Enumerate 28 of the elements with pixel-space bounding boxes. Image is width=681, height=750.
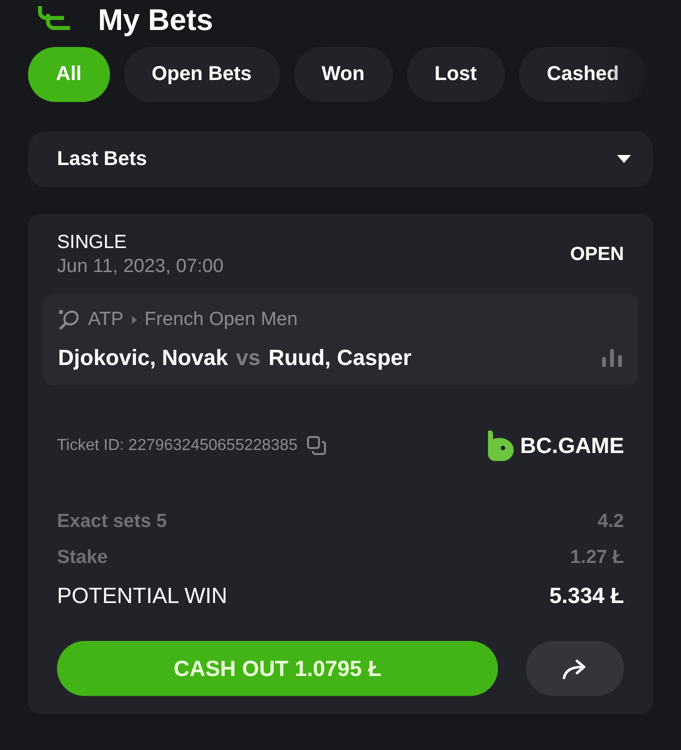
page-title: My Bets xyxy=(98,3,214,39)
period-dropdown[interactable]: Last Bets xyxy=(28,131,653,187)
bet-date: Jun 11, 2023, 07:00 xyxy=(57,256,224,278)
ticket-id: Ticket ID: 2279632450655228385 xyxy=(57,437,298,455)
logo-icon xyxy=(486,429,514,463)
brand-name: BC.GAME xyxy=(520,433,624,459)
bet-type: SINGLE xyxy=(57,232,128,254)
filter-tab[interactable]: Lost xyxy=(406,47,505,102)
filter-tab[interactable]: Won xyxy=(294,47,393,102)
league-name: ATP xyxy=(88,309,124,331)
bet-row-value: 1.27 Ł xyxy=(570,547,624,569)
stats-icon[interactable] xyxy=(602,349,622,367)
player-name: Ruud, Casper xyxy=(268,345,412,370)
player-name: Djokovic, Novak xyxy=(58,345,228,370)
bet-row-label: Exact sets 5 xyxy=(57,511,167,533)
bet-row-label: POTENTIAL WIN xyxy=(57,583,228,609)
share-icon xyxy=(562,658,588,678)
tournament-name: French Open Men xyxy=(144,309,298,331)
bet-status: OPEN xyxy=(570,244,624,266)
chevron-icon xyxy=(132,316,137,324)
bet-row-label: Stake xyxy=(57,547,108,569)
bet-row-value: 5.334 Ł xyxy=(549,583,624,609)
filter-tab[interactable]: Open Bets xyxy=(124,47,280,102)
versus-label: vs xyxy=(236,345,260,370)
bet-row-value: 4.2 xyxy=(598,511,624,533)
filter-tab[interactable]: Cashed xyxy=(518,47,648,102)
copy-icon[interactable] xyxy=(307,436,328,456)
caret-icon xyxy=(617,154,631,164)
